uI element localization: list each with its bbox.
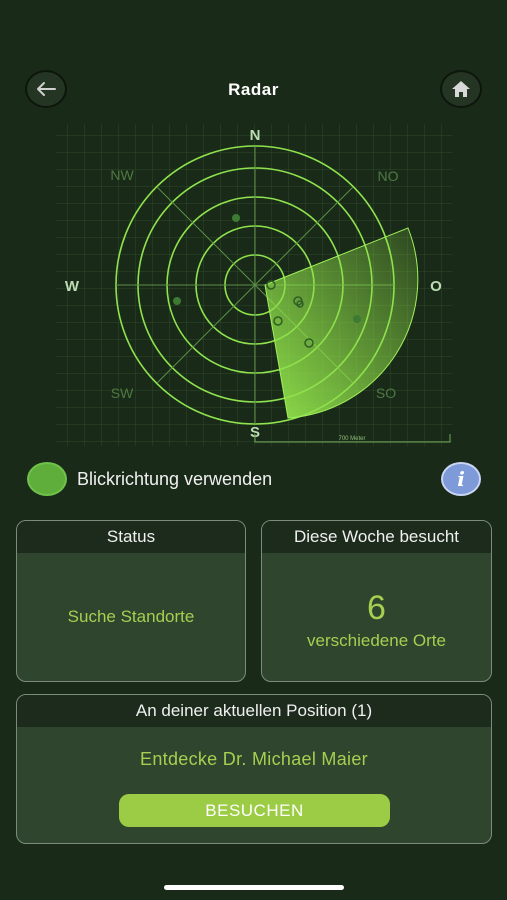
weekly-visits-card: Diese Woche besucht 6 verschiedene Orte xyxy=(261,520,492,682)
weekly-visits-unit: verschiedene Orte xyxy=(307,631,446,650)
radar-marker xyxy=(173,297,181,305)
info-button[interactable]: i xyxy=(441,462,481,496)
home-button[interactable] xyxy=(440,70,482,108)
direction-o: O xyxy=(430,278,442,295)
heading-toggle[interactable] xyxy=(27,462,67,496)
heading-toggle-row: Blickrichtung verwenden i xyxy=(25,460,485,498)
status-card-title: Status xyxy=(17,521,245,553)
direction-w: W xyxy=(65,278,80,295)
radar-marker xyxy=(353,315,361,323)
status-value: Suche Standorte xyxy=(67,607,195,626)
page-title: Radar xyxy=(228,80,279,99)
current-position-title: An deiner aktuellen Position (1) xyxy=(17,695,491,727)
direction-nw: NW xyxy=(110,167,134,183)
current-place-text: Entdecke Dr. Michael Maier xyxy=(140,749,368,769)
heading-toggle-label: Blickrichtung verwenden xyxy=(77,469,273,489)
radar-view: N S W O NW NO SW SO 700 Meter xyxy=(50,118,460,453)
weekly-visits-count: 6 xyxy=(367,589,386,627)
home-icon xyxy=(452,81,470,97)
info-icon: i xyxy=(457,467,465,491)
radar-display: N S W O NW NO SW SO 700 Meter xyxy=(56,124,452,446)
scale-label: 700 Meter xyxy=(338,436,365,442)
visit-button[interactable]: BESUCHEN xyxy=(119,794,390,827)
current-position-card: An deiner aktuellen Position (1) Entdeck… xyxy=(16,694,492,844)
status-card: Status Suche Standorte xyxy=(16,520,246,682)
weekly-visits-title: Diese Woche besucht xyxy=(262,521,491,553)
direction-n: N xyxy=(250,127,261,144)
direction-sw: SW xyxy=(111,385,134,401)
direction-no: NO xyxy=(378,168,399,184)
direction-so: SO xyxy=(376,385,396,401)
radar-marker xyxy=(232,214,240,222)
home-indicator[interactable] xyxy=(164,885,344,890)
header-bar: Radar xyxy=(0,70,507,110)
